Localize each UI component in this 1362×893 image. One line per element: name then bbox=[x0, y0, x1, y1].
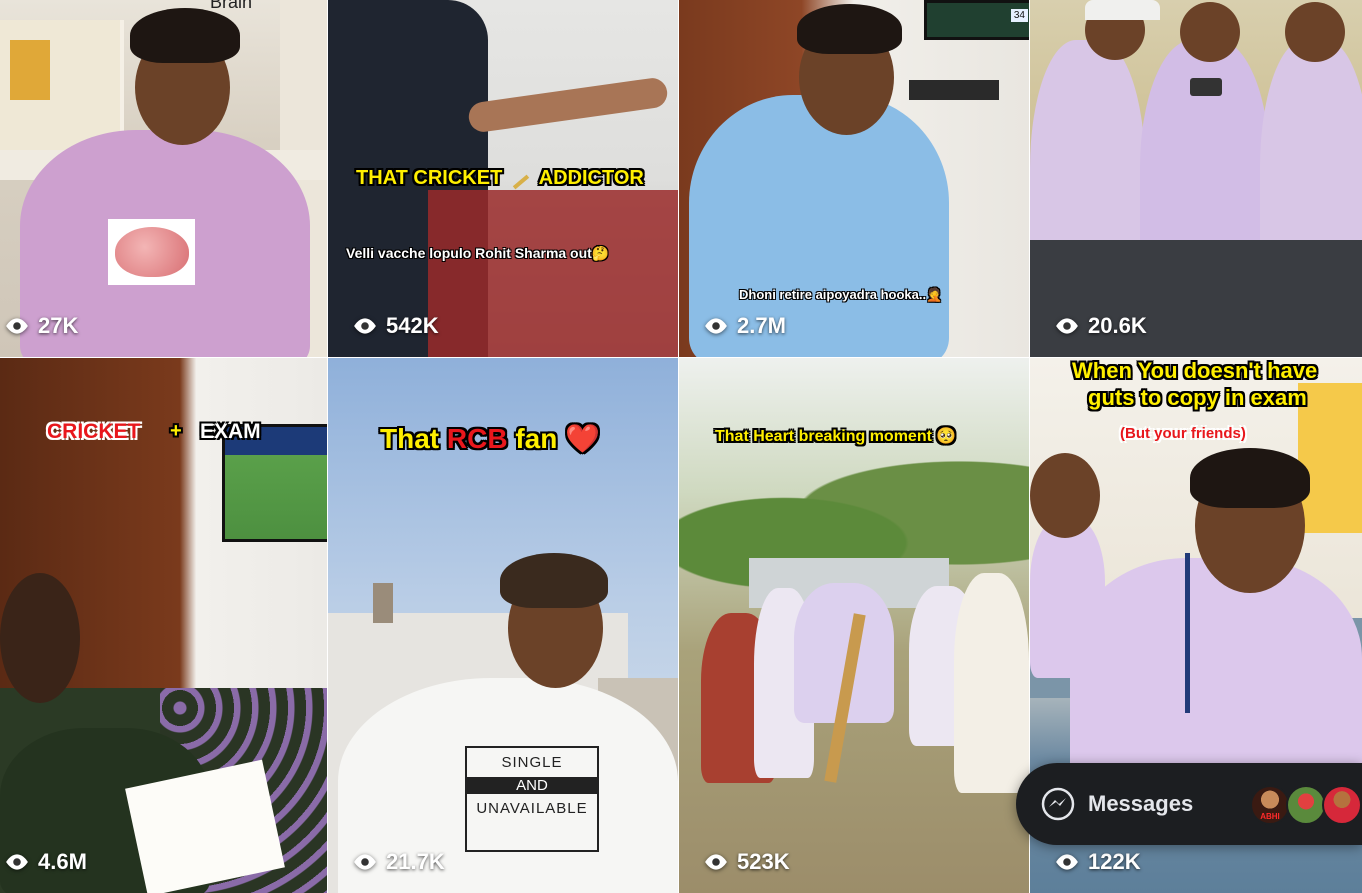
reel-caption-line2: guts to copy in exam bbox=[1088, 385, 1307, 410]
avatar[interactable] bbox=[1322, 785, 1362, 825]
cricket-bat-icon bbox=[512, 174, 530, 190]
reel-caption: Brain bbox=[210, 0, 253, 12]
shirt-print: SINGLE AND UNAVAILABLE bbox=[465, 746, 599, 852]
view-count-text: 27K bbox=[38, 313, 79, 338]
reel-caption-left: CRICKET bbox=[47, 420, 141, 443]
eye-icon bbox=[705, 854, 727, 870]
eye-icon bbox=[705, 318, 727, 334]
view-count: 542K bbox=[352, 313, 439, 339]
view-count-text: 20.6K bbox=[1088, 313, 1147, 338]
eye-icon bbox=[354, 854, 376, 870]
reel-tile-6[interactable]: SINGLE AND UNAVAILABLE That RCB fan ❤️ 2… bbox=[328, 358, 678, 893]
messenger-icon bbox=[1041, 787, 1075, 821]
messages-label: Messages bbox=[1088, 791, 1194, 816]
reel-caption: That Heart breaking moment 🥺 bbox=[715, 428, 957, 445]
messages-chat-bar[interactable]: Messages ABHI bbox=[1016, 763, 1362, 845]
reels-grid: Brain 27K THAT CRICKET ADDICTOR Velli va… bbox=[0, 0, 1362, 893]
reel-subtitle: Dhoni retire aipoyadra hooka..🤦 bbox=[739, 287, 943, 302]
view-count: 20.6K bbox=[1054, 313, 1147, 339]
heart-icon: ❤️ bbox=[565, 423, 600, 454]
view-count-text: 122K bbox=[1088, 849, 1141, 874]
eye-icon bbox=[354, 318, 376, 334]
reel-tile-5[interactable]: CRICKET + EXAM 4.6M bbox=[0, 358, 327, 893]
eye-icon bbox=[1056, 854, 1078, 870]
tv-screen: 34 bbox=[924, 0, 1029, 40]
view-count: 523K bbox=[703, 849, 790, 875]
view-count-text: 542K bbox=[386, 313, 439, 338]
reel-caption: THAT CRICKET ADDICTOR bbox=[356, 167, 644, 190]
view-count: 4.6M bbox=[4, 849, 87, 875]
avatar[interactable]: ABHI bbox=[1250, 785, 1290, 825]
reel-caption: That RCB fan ❤️ bbox=[380, 423, 600, 454]
reel-subtitle: Velli vacche lopulo Rohit Sharma out🤔 bbox=[346, 245, 610, 261]
view-count-text: 523K bbox=[737, 849, 790, 874]
view-count-text: 2.7M bbox=[737, 313, 786, 338]
view-count: 21.7K bbox=[352, 849, 445, 875]
reel-tile-2[interactable]: THAT CRICKET ADDICTOR Velli vacche lopul… bbox=[328, 0, 678, 357]
brain-sticker bbox=[108, 219, 195, 285]
reel-caption-right: EXAM bbox=[200, 420, 261, 443]
reel-tile-4[interactable]: 20.6K bbox=[1030, 0, 1362, 357]
reel-tile-3[interactable]: 34 Dhoni retire aipoyadra hooka..🤦 2.7M bbox=[679, 0, 1029, 357]
reel-tile-1[interactable]: Brain 27K bbox=[0, 0, 327, 357]
eye-icon bbox=[6, 854, 28, 870]
reel-caption-sub: (But your friends) bbox=[1120, 425, 1246, 442]
avatar[interactable] bbox=[1286, 785, 1326, 825]
eye-icon bbox=[1056, 318, 1078, 334]
reel-caption-line1: When You doesn't have bbox=[1072, 358, 1318, 383]
view-count: 2.7M bbox=[703, 313, 786, 339]
eye-icon bbox=[6, 318, 28, 334]
view-count: 122K bbox=[1054, 849, 1141, 875]
reel-tile-7[interactable]: That Heart breaking moment 🥺 523K bbox=[679, 358, 1029, 893]
view-count: 27K bbox=[4, 313, 78, 339]
view-count-text: 21.7K bbox=[386, 849, 445, 874]
reel-caption-plus: + bbox=[170, 420, 182, 442]
messages-avatars: ABHI bbox=[1250, 785, 1362, 825]
view-count-text: 4.6M bbox=[38, 849, 87, 874]
